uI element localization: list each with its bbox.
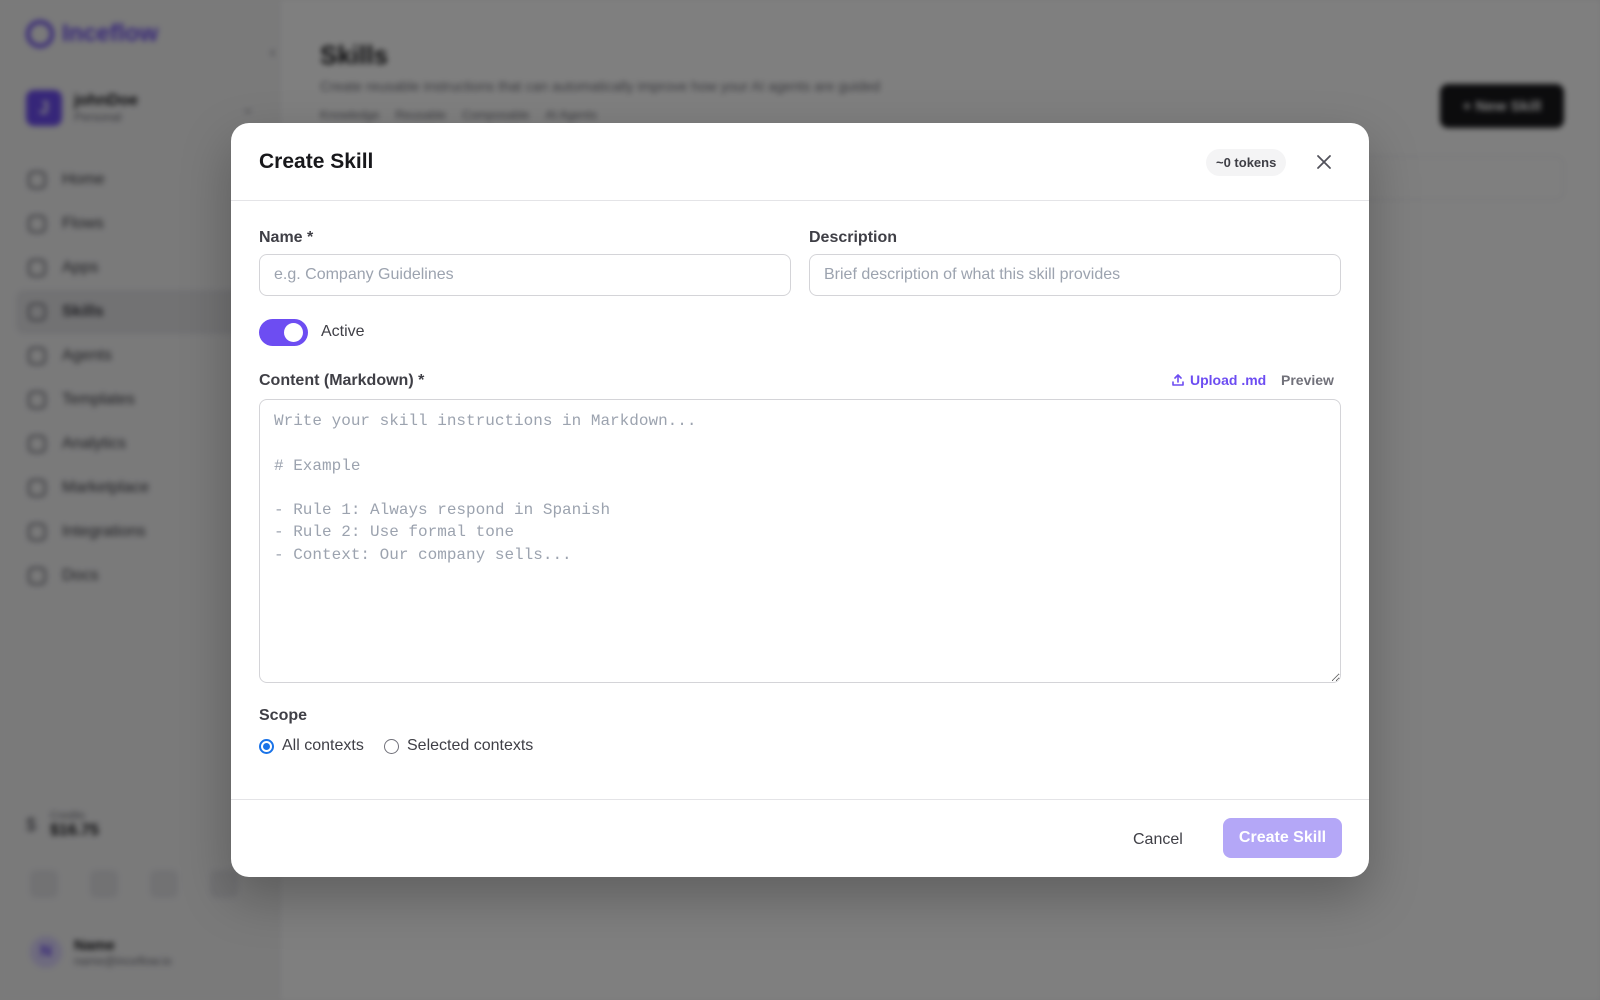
dialog-title: Create Skill bbox=[259, 150, 374, 173]
radio-selected-contexts[interactable] bbox=[384, 738, 399, 754]
description-label: Description bbox=[809, 229, 898, 246]
active-label: Active bbox=[321, 323, 365, 340]
close-icon bbox=[1317, 155, 1331, 169]
cancel-button[interactable]: Cancel bbox=[1121, 820, 1195, 860]
scope-option-all-contexts[interactable]: All contexts bbox=[259, 737, 364, 755]
radio-label: Selected contexts bbox=[407, 737, 534, 754]
create-skill-button[interactable]: Create Skill bbox=[1223, 818, 1342, 858]
dialog-header: Create Skill ~0 tokens bbox=[231, 123, 1369, 201]
scope-label: Scope bbox=[259, 707, 308, 724]
upload-icon bbox=[1172, 374, 1184, 386]
name-label: Name * bbox=[259, 229, 314, 246]
content-textarea[interactable] bbox=[259, 399, 1341, 683]
upload-md-button[interactable]: Upload .md bbox=[1171, 372, 1266, 388]
upload-label: Upload .md bbox=[1190, 372, 1267, 388]
close-button[interactable] bbox=[1311, 149, 1337, 175]
name-input[interactable] bbox=[259, 254, 791, 296]
description-input[interactable] bbox=[809, 254, 1341, 296]
token-count-badge: ~0 tokens bbox=[1206, 149, 1287, 176]
radio-label: All contexts bbox=[282, 737, 364, 754]
radio-all-contexts[interactable] bbox=[259, 738, 274, 754]
preview-button[interactable]: Preview bbox=[1281, 372, 1334, 388]
active-toggle[interactable] bbox=[259, 319, 308, 346]
scope-option-selected-contexts[interactable]: Selected contexts bbox=[384, 737, 533, 755]
create-skill-dialog: Create Skill ~0 tokens Name * Descriptio… bbox=[231, 123, 1369, 877]
content-label: Content (Markdown) * bbox=[259, 372, 425, 389]
dialog-footer: Cancel Create Skill bbox=[231, 799, 1369, 877]
toggle-knob bbox=[284, 323, 303, 342]
